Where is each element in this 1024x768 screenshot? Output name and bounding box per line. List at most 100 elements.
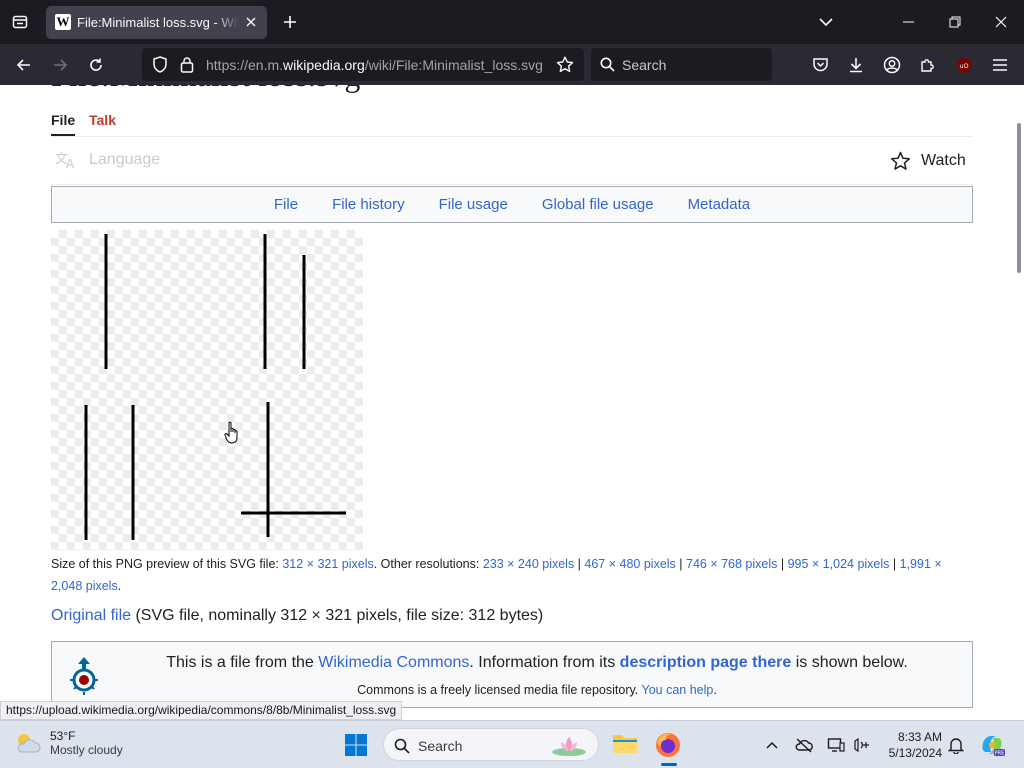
page-title: File:Minimalist loss.svg <box>51 85 360 94</box>
windows-taskbar: 53°F Mostly cloudy Search 8:33 AM 5/13/2… <box>0 720 1024 768</box>
language-selector[interactable]: 文A Language <box>55 151 160 169</box>
tab-close-button[interactable] <box>242 13 260 31</box>
description-page-link[interactable]: description page there <box>620 654 792 671</box>
arrow-right-icon <box>54 59 68 71</box>
commons-text: . <box>713 683 717 697</box>
chevron-down-icon <box>819 18 833 27</box>
back-button[interactable] <box>9 50 39 80</box>
cloud-off-icon <box>795 738 813 753</box>
forward-button[interactable] <box>45 50 75 80</box>
tab-talk[interactable]: Talk <box>89 112 116 128</box>
star-icon <box>890 151 911 170</box>
separator: | <box>574 557 585 571</box>
commons-text: Commons is a freely licensed media file … <box>357 683 642 697</box>
resolution-link[interactable]: 233 × 240 pixels <box>483 557 574 571</box>
lotus-search-highlight-icon <box>552 737 586 756</box>
ublock-origin-button[interactable]: uO <box>949 50 979 80</box>
file-image-preview[interactable] <box>51 230 363 551</box>
windows-start-button[interactable] <box>344 733 368 757</box>
list-all-tabs-button[interactable] <box>812 8 840 36</box>
network-volume-icon[interactable] <box>852 735 872 755</box>
search-icon <box>394 738 410 754</box>
language-label: Language <box>89 151 161 168</box>
copilot-icon[interactable]: PRE <box>979 732 1005 758</box>
onedrive-offline-icon[interactable] <box>794 735 814 755</box>
search-bar[interactable]: Search <box>591 48 772 81</box>
separator: | <box>675 557 686 571</box>
toc-link-global-file-usage[interactable]: Global file usage <box>542 196 654 213</box>
navigation-toolbar: https://en.m.wikipedia.org/wiki/File:Min… <box>0 44 1024 85</box>
toc-link-file-usage[interactable]: File usage <box>439 196 508 213</box>
restore-button[interactable] <box>932 0 978 44</box>
toc-link-metadata[interactable]: Metadata <box>688 196 751 213</box>
tab-file[interactable]: File <box>51 112 76 136</box>
firefox-view-icon <box>12 15 28 29</box>
commons-text: is shown below. <box>791 654 908 671</box>
wikipedia-favicon-icon: W <box>55 14 71 30</box>
hamburger-menu-icon <box>993 59 1007 71</box>
status-url-tooltip: https://upload.wikimedia.org/wikipedia/c… <box>0 701 403 720</box>
search-icon <box>600 57 615 72</box>
reload-button[interactable] <box>81 50 111 80</box>
original-file-link[interactable]: Original file <box>51 607 131 624</box>
new-tab-button[interactable] <box>276 8 304 36</box>
resolution-link[interactable]: 995 × 1,024 pixels <box>788 557 890 571</box>
account-button[interactable] <box>877 50 907 80</box>
pocket-button[interactable] <box>805 50 835 80</box>
app-menu-button[interactable] <box>985 50 1015 80</box>
tabs-divider <box>51 136 973 137</box>
size-info-prefix: Size of this PNG preview of this SVG fil… <box>51 557 283 571</box>
account-icon <box>883 56 901 74</box>
you-can-help-link[interactable]: You can help <box>642 683 714 697</box>
chevron-up-icon <box>766 741 778 749</box>
minimize-button[interactable] <box>886 0 932 44</box>
monitor-icon <box>827 738 845 752</box>
firefox-taskbar-icon[interactable] <box>654 731 682 759</box>
extensions-button[interactable] <box>913 50 943 80</box>
active-tab[interactable]: W File:Minimalist loss.svg - Wikipedia <box>46 6 267 39</box>
weather-widget[interactable]: 53°F Mostly cloudy <box>14 729 123 757</box>
shield-icon[interactable] <box>152 56 168 73</box>
svg-text:uO: uO <box>959 62 968 70</box>
weather-desc: Mostly cloudy <box>50 743 123 757</box>
taskbar-search-placeholder: Search <box>418 738 463 754</box>
preview-size-link[interactable]: 312 × 321 pixels <box>282 557 373 571</box>
notifications-button[interactable] <box>946 735 966 755</box>
translate-icon: 文A <box>55 152 75 169</box>
restore-icon <box>949 16 961 28</box>
cloudy-weather-icon <box>17 734 41 753</box>
downloads-button[interactable] <box>841 50 871 80</box>
display-icon[interactable] <box>826 735 846 755</box>
minimize-icon <box>903 21 914 23</box>
toc-link-file-history[interactable]: File history <box>332 196 405 213</box>
close-icon <box>246 17 256 27</box>
firefox-view-button[interactable] <box>4 6 36 38</box>
size-info-other-label: . Other resolutions: <box>373 557 483 571</box>
svg-text:A: A <box>66 157 75 169</box>
url-bar[interactable]: https://en.m.wikipedia.org/wiki/File:Min… <box>142 48 584 81</box>
page-scrollbar[interactable] <box>1017 123 1021 273</box>
clock-time: 8:33 AM <box>897 730 942 744</box>
size-info-suffix: . <box>117 579 122 593</box>
wikipedia-page: File:Minimalist loss.svg File Talk 文A La… <box>0 85 1024 719</box>
hand-pointer-cursor-icon <box>224 421 238 444</box>
bookmark-star-icon[interactable] <box>556 56 574 73</box>
toc-link-file[interactable]: File <box>274 196 298 213</box>
close-icon <box>995 16 1007 28</box>
ublock-origin-icon: uO <box>957 57 971 73</box>
puzzle-icon <box>921 59 934 72</box>
close-window-button[interactable] <box>978 0 1024 44</box>
resolution-link[interactable]: 746 × 768 pixels <box>686 557 777 571</box>
resolution-link[interactable]: 467 × 480 pixels <box>584 557 675 571</box>
minimalist-loss-image <box>84 234 346 540</box>
network-icon <box>854 737 869 753</box>
file-toc: File File history File usage Global file… <box>51 186 973 223</box>
lock-icon[interactable] <box>180 56 194 73</box>
taskbar-search-box[interactable]: Search <box>383 728 599 761</box>
watch-button[interactable]: Watch <box>890 151 966 171</box>
url-text[interactable]: https://en.m.wikipedia.org/wiki/File:Min… <box>206 57 543 73</box>
taskbar-clock[interactable]: 8:33 AM 5/13/2024 <box>876 729 942 761</box>
file-explorer-icon[interactable] <box>612 732 638 754</box>
show-hidden-icons-button[interactable] <box>762 735 782 755</box>
wikimedia-commons-link[interactable]: Wikimedia Commons <box>318 654 469 671</box>
